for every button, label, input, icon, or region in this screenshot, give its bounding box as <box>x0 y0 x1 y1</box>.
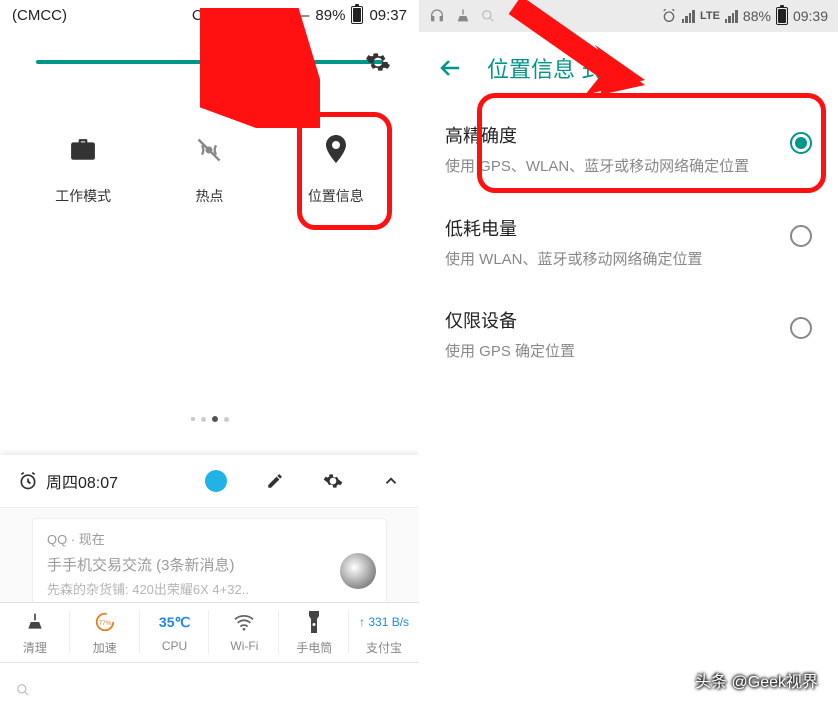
hotspot-off-icon <box>193 134 225 166</box>
back-arrow-icon[interactable] <box>439 56 463 80</box>
tool-clean[interactable]: 清理 <box>0 603 70 662</box>
tool-label: CPU <box>162 639 187 653</box>
dot-active <box>212 416 218 422</box>
dot <box>191 417 195 421</box>
search-icon <box>481 9 495 23</box>
tool-cpu[interactable]: 35℃ CPU <box>140 603 210 662</box>
edit-icon[interactable] <box>265 471 285 491</box>
broom-status-icon <box>455 8 471 24</box>
search-bar[interactable] <box>0 676 419 704</box>
signal-icon <box>725 10 738 23</box>
phone-right: LTE 88% 09:39 位置信息 式 高精确度 使用 GPS、WLAN、蓝牙… <box>419 0 838 712</box>
option-title: 仅限设备 <box>445 307 774 333</box>
option-desc: 使用 GPS 确定位置 <box>445 341 774 364</box>
option-title: 低耗电量 <box>445 215 774 241</box>
tool-label: 清理 <box>23 639 47 656</box>
flashlight-icon <box>307 611 321 633</box>
pager-dots[interactable] <box>0 406 419 432</box>
briefcase-icon <box>67 134 99 166</box>
alarm-row[interactable]: 周四08:07 <box>18 469 187 493</box>
option-desc: 使用 WLAN、蓝牙或移动网络确定位置 <box>445 249 774 272</box>
broom-icon <box>25 611 45 633</box>
alarm-icon <box>18 471 38 491</box>
chevron-up-icon[interactable] <box>381 471 401 491</box>
notif-thumb <box>340 553 376 589</box>
svg-text:77%: 77% <box>98 620 111 627</box>
notification-card[interactable]: QQ · 现在 手手机交易交流 (3条新消息) 先森的杂货铺: 420出荣耀6X… <box>32 518 387 609</box>
notif-body: 先森的杂货铺: 420出荣耀6X 4+32.. <box>47 579 372 598</box>
user-avatar-icon[interactable] <box>205 470 227 492</box>
tile-label: 位置信息 <box>308 186 364 206</box>
dot <box>224 417 229 422</box>
dot <box>201 417 206 422</box>
tile-location[interactable]: 位置信息 <box>286 134 386 206</box>
tool-boost[interactable]: 77% 加速 <box>70 603 140 662</box>
wifi-icon <box>233 611 255 633</box>
option-desc: 使用 GPS、WLAN、蓝牙或移动网络确定位置 <box>445 156 774 179</box>
watermark: 头条 @Geek视界 <box>695 668 818 692</box>
tool-label: 支付宝 <box>366 639 402 656</box>
alarm-icon <box>661 8 677 24</box>
option-device-only[interactable]: 仅限设备 使用 GPS 确定位置 <box>419 289 838 382</box>
notif-source: QQ · 现在 <box>47 529 372 548</box>
tool-wifi[interactable]: Wi-Fi <box>209 603 279 662</box>
signal-icon <box>682 10 695 23</box>
option-battery-saving[interactable]: 低耗电量 使用 WLAN、蓝牙或移动网络确定位置 <box>419 197 838 290</box>
phone-left: (CMCC) CHN-UNICOM — 89% 09:37 工作模式 热点 <box>0 0 419 712</box>
tile-label: 工作模式 <box>55 186 111 206</box>
battery-icon <box>776 7 788 25</box>
carrier-label-left: (CMCC) <box>12 7 67 24</box>
gear-icon[interactable] <box>365 49 391 75</box>
clock-time: 09:39 <box>793 8 828 24</box>
gauge-icon: 77% <box>94 611 116 633</box>
gear-icon[interactable] <box>323 471 343 491</box>
option-title: 高精确度 <box>445 122 774 148</box>
tool-label: 加速 <box>93 639 117 656</box>
alarm-label: 周四08:07 <box>46 469 118 493</box>
radio-unselected[interactable] <box>790 317 812 339</box>
tool-label: Wi-Fi <box>230 639 258 653</box>
search-icon <box>16 683 30 697</box>
clock-time: 09:37 <box>369 7 407 24</box>
bottom-toolbar: 清理 77% 加速 35℃ CPU Wi-Fi 手电筒 ↑ 331 B/s 支付… <box>0 602 419 663</box>
tool-torch[interactable]: 手电筒 <box>279 603 349 662</box>
shade-header: 周四08:07 <box>0 455 419 508</box>
tile-label: 热点 <box>195 186 223 206</box>
headset-icon <box>429 8 445 24</box>
battery-pct: 88% <box>743 8 771 24</box>
callout-arrow-right <box>505 0 645 95</box>
lte-label: LTE <box>700 10 720 22</box>
tool-alipay[interactable]: ↑ 331 B/s 支付宝 <box>349 603 419 662</box>
network-speed: ↑ 331 B/s <box>359 611 409 633</box>
notif-title: 手手机交易交流 (3条新消息) <box>47 554 372 575</box>
location-pin-icon <box>320 134 352 166</box>
tool-label: 手电筒 <box>296 639 332 656</box>
battery-icon <box>351 6 363 24</box>
radio-selected[interactable] <box>790 132 812 154</box>
radio-unselected[interactable] <box>790 225 812 247</box>
option-high-accuracy[interactable]: 高精确度 使用 GPS、WLAN、蓝牙或移动网络确定位置 <box>419 104 838 197</box>
temp-label: 35℃ <box>159 611 190 633</box>
notification-shade: 周四08:07 QQ · 现在 手手机交易交流 (3条新消息) 先森的杂货铺: … <box>0 455 419 609</box>
tile-hotspot[interactable]: 热点 <box>159 134 259 206</box>
callout-arrow-left <box>200 8 320 128</box>
tile-work-mode[interactable]: 工作模式 <box>33 134 133 206</box>
